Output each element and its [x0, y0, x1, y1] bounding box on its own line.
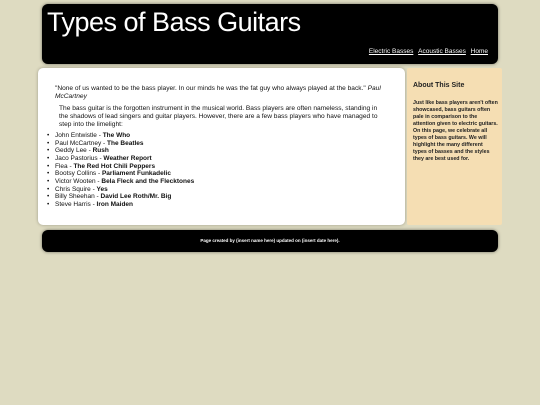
mccartney-quote: "None of us wanted to be the bass player… — [55, 85, 390, 101]
site-header: Types of Bass Guitars Electric Basses Ac… — [42, 4, 498, 64]
list-item: Bootsy Collins - Parliament Funkadelic — [47, 170, 194, 178]
list-item: Paul McCartney - The Beatles — [47, 139, 194, 148]
player-name: Chris Squire — [55, 185, 91, 193]
player-band: The Who — [102, 132, 131, 139]
list-item: Billy Sheehan - David Lee Roth/Mr. Big — [47, 193, 194, 201]
player-band: Bela Fleck and the Flecktones — [101, 177, 195, 185]
sidebar-heading: About This Site — [413, 82, 465, 89]
player-band: The Red Hot Chili Peppers — [73, 162, 156, 170]
site-footer: Page created by (insert name here) updat… — [42, 230, 498, 252]
player-name: Victor Wooten — [55, 177, 96, 185]
player-name: Bootsy Collins — [55, 170, 97, 178]
main-nav: Electric Basses Acoustic Basses Home — [366, 48, 488, 55]
list-item: John Entwistle - The Who — [47, 132, 194, 140]
player-band: Yes — [96, 185, 108, 193]
player-band: Weather Report — [103, 154, 152, 162]
list-item: Flea - The Red Hot Chili Peppers — [47, 162, 194, 171]
player-band: The Beatles — [107, 139, 144, 147]
quote-text: "None of us wanted to be the bass player… — [55, 85, 366, 92]
player-name: Paul McCartney — [55, 139, 102, 147]
player-band: Rush — [92, 147, 109, 155]
player-name: John Entwistle — [55, 132, 97, 139]
sidebar-text: Just like bass players aren't often show… — [413, 100, 498, 162]
list-item: Steve Harris - Iron Maiden — [47, 200, 194, 209]
player-band: Parliament Funkadelic — [101, 170, 171, 178]
player-name: Jaco Pastorius — [55, 154, 98, 162]
list-item: Chris Squire - Yes — [47, 185, 194, 194]
main-content: "None of us wanted to be the bass player… — [38, 68, 405, 225]
list-item: Geddy Lee - Rush — [47, 147, 194, 155]
intro-paragraph: The bass guitar is the forgotten instrum… — [59, 105, 378, 128]
player-name: Billy Sheehan — [55, 193, 95, 201]
player-name: Geddy Lee — [55, 147, 87, 155]
player-band: Iron Maiden — [96, 200, 134, 208]
nav-link-home[interactable]: Home — [471, 48, 488, 55]
site-title: Types of Bass Guitars — [47, 7, 301, 37]
list-item: Jaco Pastorius - Weather Report — [47, 154, 194, 163]
nav-link-electric-basses[interactable]: Electric Basses — [369, 48, 413, 55]
nav-link-acoustic-basses[interactable]: Acoustic Basses — [418, 48, 466, 55]
player-name: Flea — [55, 162, 68, 170]
player-name: Steve Harris — [55, 200, 91, 208]
list-item: Victor Wooten - Bela Fleck and the Fleck… — [47, 177, 195, 186]
bass-player-list: John Entwistle - The Who Paul McCartney … — [47, 132, 195, 209]
footer-text: Page created by (insert name here) updat… — [200, 238, 340, 243]
about-sidebar: About This Site Just like bass players a… — [407, 68, 502, 225]
player-band: David Lee Roth/Mr. Big — [100, 193, 172, 201]
